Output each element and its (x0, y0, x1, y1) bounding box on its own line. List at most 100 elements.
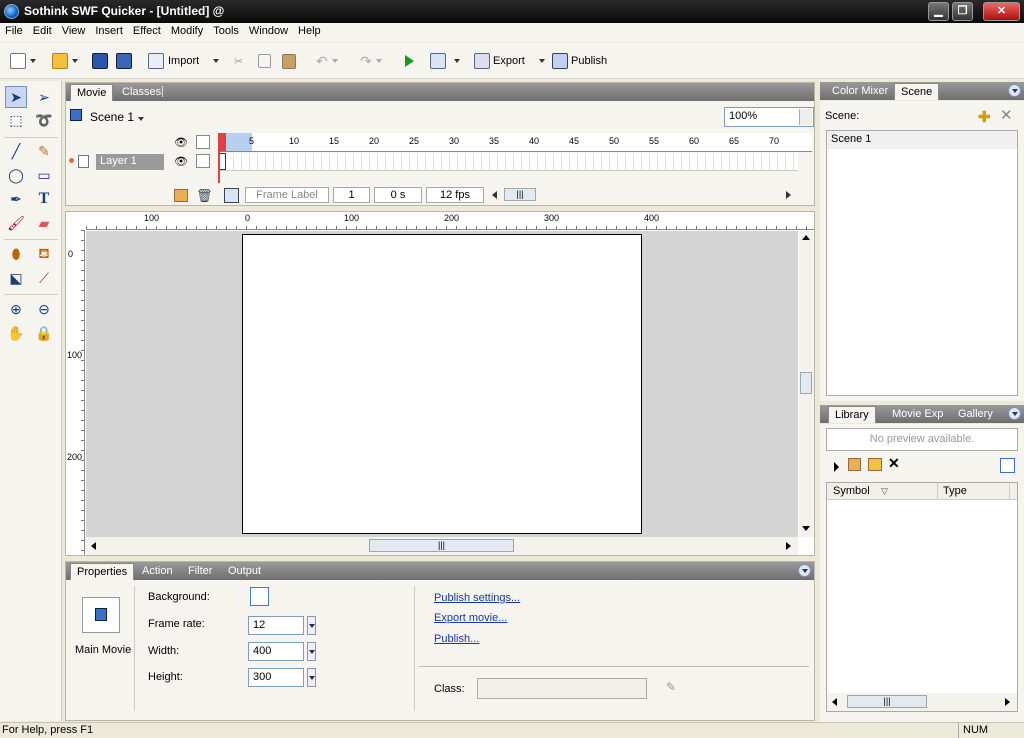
scene-list-item[interactable]: Scene 1 (827, 131, 1017, 149)
fps-field[interactable]: 12 fps (426, 187, 484, 203)
frame-rate-spinner[interactable] (307, 616, 316, 635)
lock-tool[interactable]: 🔒 (33, 322, 55, 344)
layer-visibility-icon[interactable]: 👁 (174, 155, 188, 168)
library-horizontal-scrollbar[interactable]: ||| (827, 693, 1017, 711)
hand-tool[interactable]: ✋ (5, 322, 27, 344)
paint-bucket-tool[interactable]: ⛾ (33, 243, 55, 265)
frame-label-field[interactable]: Frame Label (245, 187, 329, 203)
tab-library[interactable]: Library (828, 406, 876, 423)
layer-lock-icon[interactable] (196, 154, 210, 168)
tab-scene[interactable]: Scene (894, 83, 940, 100)
tab-output[interactable]: Output (224, 564, 265, 578)
horizontal-scroll-thumb[interactable]: ||| (369, 539, 514, 552)
subselect-tool[interactable]: ➢ (33, 86, 55, 108)
layer-row[interactable]: Layer 1 👁 (66, 153, 216, 171)
vertical-scroll-thumb[interactable] (800, 372, 812, 394)
publish-settings-link[interactable]: Publish settings... (434, 592, 520, 604)
properties-icon[interactable] (1000, 458, 1015, 473)
zoom-out-tool[interactable]: ⊖ (33, 298, 55, 320)
text-tool[interactable]: T (33, 188, 55, 210)
scroll-right-icon[interactable] (1005, 698, 1010, 706)
add-layer-icon[interactable] (174, 189, 188, 202)
delete-scene-icon[interactable]: ✕ (1000, 106, 1013, 124)
stage-horizontal-scrollbar[interactable]: ||| (86, 537, 798, 555)
menu-file[interactable]: File (0, 23, 28, 39)
width-spinner[interactable] (307, 642, 316, 661)
collapse-icon[interactable] (1008, 407, 1021, 420)
tab-movie-explorer[interactable]: Movie Exp (888, 407, 947, 421)
stage-vertical-scrollbar[interactable] (799, 231, 814, 537)
export-button[interactable]: Export (474, 51, 545, 71)
eye-icon[interactable]: 👁 (174, 136, 188, 149)
scroll-left-icon[interactable] (91, 542, 96, 550)
pen-tool[interactable]: ✒ (5, 188, 27, 210)
column-symbol[interactable]: Symbol (833, 485, 870, 497)
scroll-right-icon[interactable] (786, 542, 791, 550)
open-button[interactable] (52, 51, 78, 71)
tab-movie[interactable]: Movie (70, 84, 114, 101)
menu-view[interactable]: View (57, 23, 91, 39)
menu-effect[interactable]: Effect (128, 23, 166, 39)
oval-tool[interactable]: ◯ (5, 164, 27, 186)
transform-tool[interactable]: ⬚ (5, 109, 27, 131)
preview-button[interactable] (430, 51, 460, 71)
tab-classes[interactable]: Classes (118, 85, 165, 99)
trash-icon[interactable]: 🗑 (196, 188, 213, 204)
play-button[interactable] (405, 51, 414, 71)
tab-filter[interactable]: Filter (184, 564, 216, 578)
frame-grid[interactable] (218, 153, 798, 171)
column-type[interactable]: Type (943, 485, 967, 497)
zoom-in-tool[interactable]: ⊕ (5, 298, 27, 320)
height-spinner[interactable] (307, 668, 316, 687)
restore-button[interactable]: ❐ (952, 2, 973, 21)
paste-button[interactable] (282, 51, 296, 71)
minimize-button[interactable]: ▁ (928, 2, 949, 21)
zoom-dropdown[interactable]: 100% (724, 107, 814, 127)
timeline-scroll-thumb[interactable]: ||| (504, 188, 536, 201)
menu-insert[interactable]: Insert (90, 23, 128, 39)
height-field[interactable]: 300 (248, 668, 304, 687)
redo-button[interactable]: ↷ (360, 51, 382, 71)
scroll-down-icon[interactable] (802, 526, 810, 531)
lasso-tool[interactable]: ➰ (33, 109, 55, 131)
menu-edit[interactable]: Edit (28, 23, 57, 39)
delete-icon[interactable]: ✕ (888, 455, 900, 472)
tab-color-mixer[interactable]: Color Mixer (828, 84, 892, 98)
eyedropper-tool[interactable]: ⟋ (33, 267, 55, 289)
tab-gallery[interactable]: Gallery (954, 407, 997, 421)
import-button[interactable]: Import (148, 51, 220, 71)
brush-tool[interactable]: 🖌 (5, 212, 27, 234)
play-icon[interactable] (834, 462, 839, 472)
save-button[interactable] (92, 51, 108, 71)
publish-button[interactable]: Publish (552, 51, 607, 71)
background-color-swatch[interactable] (250, 587, 269, 606)
rectangle-tool[interactable]: ▭ (33, 164, 55, 186)
library-scroll-thumb[interactable]: ||| (847, 695, 927, 708)
pencil-tool[interactable]: ✎ (33, 140, 55, 162)
width-field[interactable]: 400 (248, 642, 304, 661)
undo-button[interactable]: ↶ (316, 51, 338, 71)
cut-button[interactable]: ✂ (234, 51, 243, 71)
collapse-icon[interactable] (798, 564, 811, 577)
publish-link[interactable]: Publish... (434, 633, 479, 645)
canvas[interactable] (242, 234, 642, 534)
layer-name[interactable]: Layer 1 (96, 154, 164, 170)
menu-window[interactable]: Window (244, 23, 293, 39)
collapse-icon[interactable] (1008, 84, 1021, 97)
pasteboard[interactable] (86, 231, 798, 537)
copy-button[interactable] (258, 51, 271, 71)
add-scene-icon[interactable]: ✚ (978, 108, 991, 126)
tab-properties[interactable]: Properties (70, 563, 135, 580)
class-field[interactable] (477, 678, 647, 699)
close-button[interactable]: ✕ (983, 2, 1020, 21)
menu-tools[interactable]: Tools (208, 23, 244, 39)
ink-bottle-tool[interactable]: ⬮ (5, 243, 27, 265)
new-symbol-icon[interactable] (848, 458, 861, 471)
scroll-right-icon[interactable] (786, 191, 791, 199)
scroll-up-icon[interactable] (802, 235, 810, 240)
edit-pencil-icon[interactable]: ✎ (666, 680, 676, 694)
scene-selector[interactable]: Scene 1 (90, 110, 145, 124)
select-tool[interactable]: ➤ (5, 86, 27, 108)
frame-rate-field[interactable]: 12 (248, 616, 304, 635)
fill-transform-tool[interactable]: ⬕ (5, 267, 27, 289)
